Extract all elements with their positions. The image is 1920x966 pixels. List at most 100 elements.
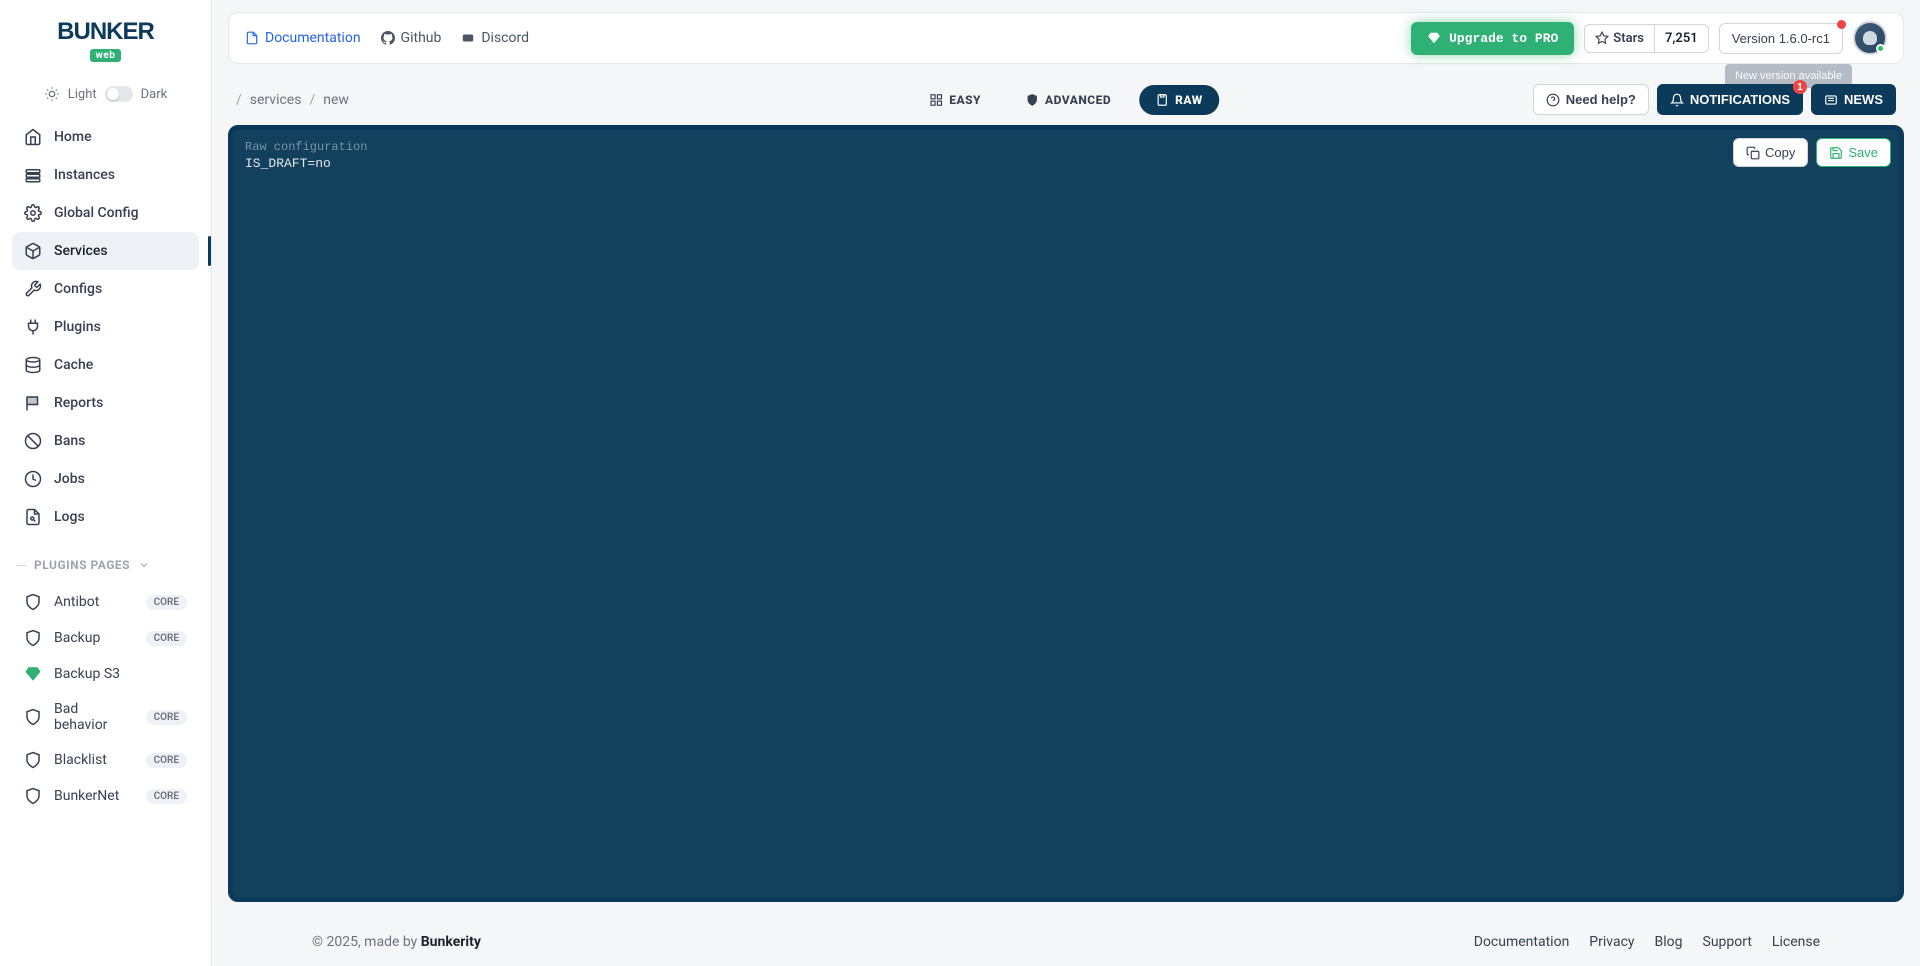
breadcrumb-root: / (236, 92, 242, 108)
stars-count: 7,251 (1654, 25, 1708, 52)
nav-plugins[interactable]: Plugins (12, 308, 199, 346)
shield-icon (1025, 93, 1039, 107)
tab-raw[interactable]: RAW (1139, 85, 1219, 115)
plugin-backup[interactable]: Backup CORE (12, 620, 199, 656)
nav-configs[interactable]: Configs (12, 270, 199, 308)
nav-global-config[interactable]: Global Config (12, 194, 199, 232)
breadcrumb-sep: / (309, 92, 315, 108)
nav-instances[interactable]: Instances (12, 156, 199, 194)
plugins-pages-title: PLUGINS PAGES (34, 558, 130, 572)
plugin-bad-behavior[interactable]: Bad behavior CORE (12, 692, 199, 742)
nav-cache[interactable]: Cache (12, 346, 199, 384)
need-help-button[interactable]: Need help? (1533, 84, 1649, 115)
help-icon (1546, 93, 1560, 107)
nav-jobs-label: Jobs (54, 471, 85, 487)
newspaper-icon (1824, 93, 1838, 107)
editor-placeholder: Raw configuration (245, 140, 1887, 154)
tab-raw-label: RAW (1175, 93, 1203, 107)
topbar-documentation[interactable]: Documentation (245, 30, 361, 46)
footer-privacy[interactable]: Privacy (1589, 934, 1634, 950)
online-indicator (1876, 44, 1885, 53)
nav-plugins-label: Plugins (54, 319, 101, 335)
logo[interactable]: BUNKER web (0, 0, 211, 74)
nav-bans[interactable]: Bans (12, 422, 199, 460)
footer-documentation[interactable]: Documentation (1474, 934, 1570, 950)
tab-easy-label: EASY (949, 93, 981, 107)
footer-support[interactable]: Support (1703, 934, 1752, 950)
sidebar: BUNKER web Light Dark Home Instances (0, 0, 212, 966)
plugin-label: Backup (54, 630, 100, 646)
theme-toggle: Light Dark (0, 74, 211, 114)
main: Documentation Github Discord Upgrade to … (212, 0, 1920, 966)
nav-list: Home Instances Global Config Services Co… (0, 114, 211, 540)
plugin-blacklist[interactable]: Blacklist CORE (12, 742, 199, 778)
clock-icon (24, 470, 42, 488)
star-icon (1595, 31, 1609, 45)
plugin-badge: CORE (146, 789, 187, 804)
breadcrumb-new: new (323, 92, 349, 108)
clipboard-icon (1155, 93, 1169, 107)
plugin-antibot[interactable]: Antibot CORE (12, 584, 199, 620)
breadcrumb-services[interactable]: services (250, 92, 302, 108)
file-icon (24, 508, 42, 526)
plugin-badge: CORE (146, 710, 187, 725)
notifications-label: NOTIFICATIONS (1690, 92, 1790, 107)
chevron-down-icon (138, 559, 150, 571)
nav-home[interactable]: Home (12, 118, 199, 156)
avatar[interactable] (1853, 21, 1887, 55)
news-button[interactable]: NEWS (1811, 84, 1896, 115)
avatar-silhouette (1863, 31, 1877, 45)
plugin-badge: CORE (146, 595, 187, 610)
need-help-label: Need help? (1566, 92, 1636, 107)
plugin-label: Blacklist (54, 752, 107, 768)
database-icon (24, 356, 42, 374)
nav-instances-label: Instances (54, 167, 115, 183)
nav-jobs[interactable]: Jobs (12, 460, 199, 498)
version-label: Version 1.6.0-rc1 (1732, 31, 1830, 46)
topbar-github[interactable]: Github (381, 30, 442, 46)
footer-blog[interactable]: Blog (1655, 934, 1683, 950)
nav-cache-label: Cache (54, 357, 93, 373)
topbar-discord[interactable]: Discord (461, 30, 529, 46)
stars-label: Stars (1613, 31, 1644, 46)
logo-main: BUNKER (57, 18, 154, 45)
plugin-badge: CORE (146, 753, 187, 768)
raw-editor[interactable]: Copy Save Raw configuration IS_DRAFT=no (228, 125, 1904, 902)
plugins-list: Antibot CORE Backup CORE Backup S3 Bad b… (0, 580, 211, 818)
nav-home-label: Home (54, 129, 92, 145)
breadcrumb: / services / new (236, 92, 349, 108)
github-stars[interactable]: Stars 7,251 (1584, 24, 1708, 53)
gear-icon (24, 204, 42, 222)
box-icon (24, 242, 42, 260)
theme-switch[interactable] (105, 86, 133, 102)
shield-icon (24, 787, 42, 805)
topbar-discord-label: Discord (481, 30, 529, 46)
theme-dark-label: Dark (141, 87, 168, 102)
nav-logs[interactable]: Logs (12, 498, 199, 536)
diamond-icon (1427, 31, 1441, 45)
tab-easy[interactable]: EASY (913, 85, 997, 115)
nav-services[interactable]: Services (12, 232, 199, 270)
grid-icon (929, 93, 943, 107)
footer-license[interactable]: License (1772, 934, 1820, 950)
tab-advanced[interactable]: ADVANCED (1009, 85, 1127, 115)
document-icon (245, 31, 259, 45)
notifications-button[interactable]: NOTIFICATIONS 1 (1657, 84, 1803, 115)
shield-icon (24, 593, 42, 611)
upgrade-button[interactable]: Upgrade to PRO (1411, 22, 1574, 55)
plugin-bunkernet[interactable]: BunkerNet CORE (12, 778, 199, 814)
footer-brand[interactable]: Bunkerity (421, 934, 481, 950)
nav-reports[interactable]: Reports (12, 384, 199, 422)
plugin-backup-s3[interactable]: Backup S3 (12, 656, 199, 692)
notifications-count: 1 (1793, 80, 1807, 94)
plugins-pages-header[interactable]: PLUGINS PAGES (0, 540, 211, 580)
mode-tabs: EASY ADVANCED RAW (913, 85, 1219, 115)
nav-global-config-label: Global Config (54, 205, 139, 221)
topbar-github-label: Github (401, 30, 442, 46)
version-button[interactable]: Version 1.6.0-rc1 New version available (1719, 23, 1843, 54)
plugin-label: Backup S3 (54, 666, 120, 682)
shield-icon (24, 629, 42, 647)
tab-advanced-label: ADVANCED (1045, 93, 1111, 107)
version-notification-dot (1837, 20, 1846, 29)
discord-icon (461, 31, 475, 45)
